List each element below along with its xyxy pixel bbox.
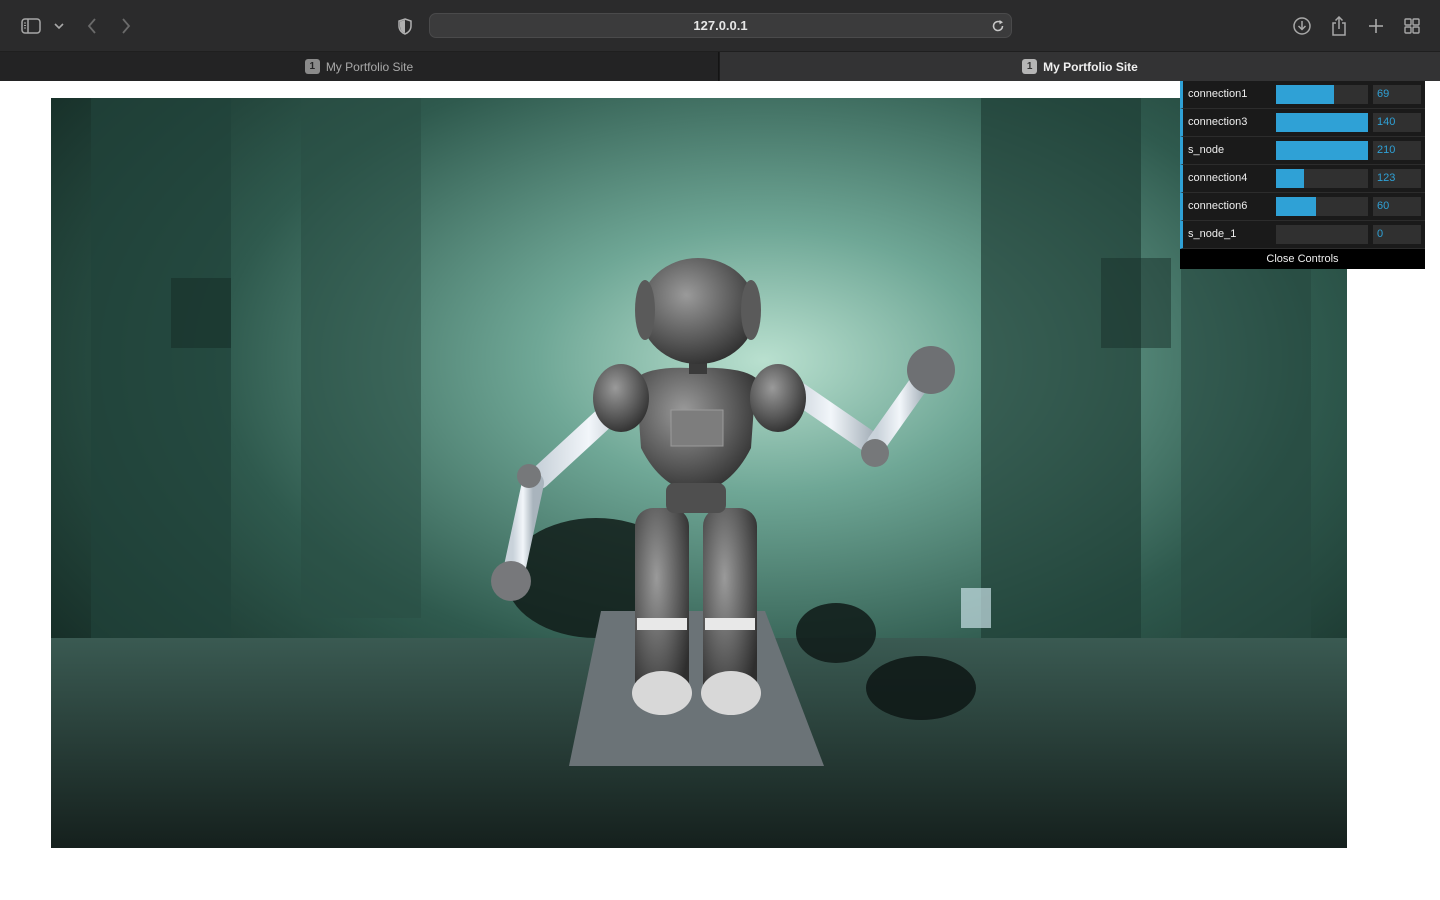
slider-label: connection4 [1188, 172, 1248, 184]
tab-badge: 1 [304, 59, 320, 74]
tab-title: My Portfolio Site [325, 59, 414, 74]
slider-fill [1276, 85, 1334, 104]
reload-icon[interactable] [990, 18, 1006, 34]
tab-portfolio-inactive[interactable]: 1 My Portfolio Site [0, 52, 719, 81]
tab-overview-icon[interactable] [1402, 16, 1422, 36]
slider-fill [1276, 169, 1304, 188]
slider-fill [1276, 141, 1368, 160]
download-icon[interactable] [1291, 15, 1313, 37]
slider-label: connection1 [1188, 88, 1248, 100]
slider-value-input[interactable]: 140 [1373, 113, 1421, 132]
slider-row-s-node-1: s_node_1 0 [1180, 221, 1425, 249]
slider-label: s_node [1188, 144, 1225, 156]
slider-value-input[interactable]: 0 [1373, 225, 1421, 244]
sidebar-toggle-icon[interactable] [20, 16, 42, 36]
chevron-down-icon[interactable] [52, 18, 66, 34]
controls-panel: connection1 69 connection3 140 s_node 210 conn… [1180, 81, 1425, 269]
slider-row-connection6: connection6 60 [1180, 193, 1425, 221]
privacy-shield-icon[interactable] [396, 16, 414, 36]
slider-fill [1276, 113, 1368, 132]
slider-track[interactable] [1276, 169, 1368, 188]
slider-row-connection3: connection3 140 [1180, 109, 1425, 137]
url-text: 127.0.0.1 [693, 18, 748, 33]
robot-3d-canvas[interactable] [51, 98, 1347, 848]
page-viewport: connection1 69 connection3 140 s_node 210 conn… [0, 81, 1440, 900]
tab-portfolio-active[interactable]: 1 My Portfolio Site [720, 52, 1440, 81]
share-icon[interactable] [1329, 14, 1349, 38]
slider-row-s-node: s_node 210 [1180, 137, 1425, 165]
new-tab-icon[interactable] [1366, 16, 1386, 36]
close-controls-button[interactable]: Close Controls [1180, 249, 1425, 269]
address-bar[interactable]: 127.0.0.1 [429, 13, 1012, 38]
browser-toolbar: 127.0.0.1 [0, 0, 1440, 52]
slider-label: s_node_1 [1188, 228, 1237, 240]
slider-track[interactable] [1276, 85, 1368, 104]
slider-track[interactable] [1276, 141, 1368, 160]
tab-title: My Portfolio Site [1043, 59, 1138, 74]
slider-row-connection1: connection1 69 [1180, 81, 1425, 109]
tab-badge: 1 [1022, 59, 1038, 74]
slider-value-input[interactable]: 210 [1373, 141, 1421, 160]
slider-row-connection4: connection4 123 [1180, 165, 1425, 193]
slider-label: connection6 [1188, 200, 1248, 212]
slider-label: connection3 [1188, 116, 1248, 128]
tab-bar: 1 My Portfolio Site 1 My Portfolio Site [0, 52, 1440, 81]
forward-icon[interactable] [116, 14, 136, 38]
slider-value-input[interactable]: 123 [1373, 169, 1421, 188]
slider-value-input[interactable]: 69 [1373, 85, 1421, 104]
slider-value-input[interactable]: 60 [1373, 197, 1421, 216]
slider-track[interactable] [1276, 113, 1368, 132]
back-icon[interactable] [82, 14, 102, 38]
slider-fill [1276, 197, 1316, 216]
slider-track[interactable] [1276, 197, 1368, 216]
slider-track[interactable] [1276, 225, 1368, 244]
